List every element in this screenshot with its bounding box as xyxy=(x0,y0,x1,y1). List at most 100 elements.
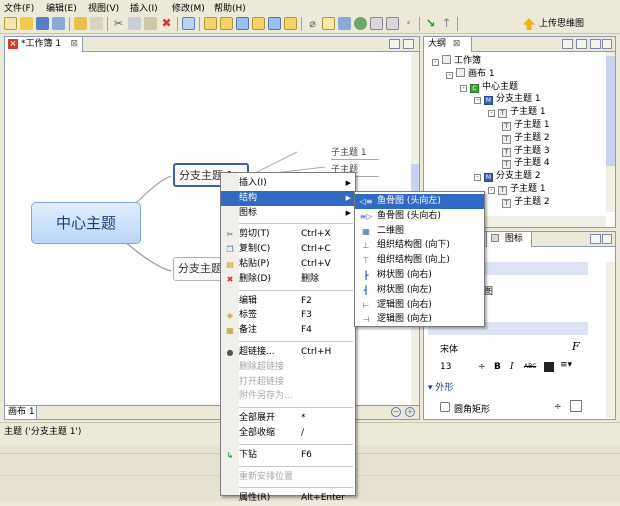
structure-menu-item[interactable]: ⊤ 组织结构图 (向上) xyxy=(355,253,484,268)
structure-menu-item[interactable]: ┣ 树状图 (向右) xyxy=(355,268,484,283)
menu-help[interactable]: 帮助(H) xyxy=(214,1,246,14)
context-menu-item[interactable]: ▤ 粘贴(P) Ctrl+V xyxy=(221,257,355,272)
redo-icon[interactable] xyxy=(90,17,103,30)
context-menu-item[interactable]: 图标 ▶ xyxy=(221,206,355,221)
outline-toolbar-icon[interactable] xyxy=(562,39,573,49)
menu-modify[interactable]: 修改(M) xyxy=(172,1,205,14)
outline-row[interactable]: - 画布 1 xyxy=(446,67,495,80)
font-name-value[interactable]: 宋体 xyxy=(440,342,458,355)
structure-menu-item[interactable]: ┫ 树状图 (向左) xyxy=(355,283,484,298)
context-menu-item[interactable]: 插入(I) ▶ xyxy=(221,176,355,191)
outline-row[interactable]: T 子主题 4 xyxy=(502,157,550,170)
outline-row[interactable]: - M 分支主题 1 xyxy=(474,93,541,106)
close-tab-icon[interactable]: ⊠ xyxy=(70,37,78,51)
insert-topic-icon[interactable] xyxy=(182,17,195,30)
structure-menu-item[interactable]: ≡▷ 鱼骨图 (头向右) xyxy=(355,209,484,224)
marker-icon[interactable] xyxy=(370,17,383,30)
new-icon[interactable] xyxy=(4,17,17,30)
close-outline-icon[interactable]: ⊠ xyxy=(453,39,461,49)
context-menu-item[interactable]: 属性(R) Alt+Enter xyxy=(221,491,355,506)
context-menu-item[interactable]: ↳ 下钻 F6 xyxy=(221,448,355,463)
collapse-toggle-icon[interactable]: - xyxy=(446,71,453,79)
context-menu-item[interactable]: 全部收缩 / xyxy=(221,426,355,441)
bold-button[interactable]: B xyxy=(494,362,501,372)
context-menu-item[interactable]: ❐ 复制(C) Ctrl+C xyxy=(221,242,355,257)
context-menu-item[interactable]: ● 超链接... Ctrl+H xyxy=(221,345,355,360)
collapse-toggle-icon[interactable]: - xyxy=(488,110,495,118)
structure-menu-item[interactable]: ⊢ 逻辑图 (向右) xyxy=(355,298,484,313)
font-size-value[interactable]: 13 xyxy=(440,362,451,372)
strikethrough-button[interactable]: ABC xyxy=(524,363,536,370)
context-menu-item[interactable]: ✖ 删除(D) 删除 xyxy=(221,272,355,287)
undo-icon[interactable] xyxy=(74,17,87,30)
minimize-icon[interactable] xyxy=(590,234,601,244)
collapse-toggle-icon[interactable]: - xyxy=(474,97,481,105)
floating-topic-icon[interactable] xyxy=(236,17,249,30)
attachment-icon[interactable]: ⌀ xyxy=(306,17,319,30)
structure-menu-item[interactable]: ◁≡ 鱼骨图 (头向左) xyxy=(355,194,484,209)
outline-row[interactable]: - M 分支主题 2 xyxy=(474,170,541,183)
tab-outline[interactable]: 大纲 ⊠ xyxy=(424,37,472,52)
label-icon[interactable] xyxy=(386,17,399,30)
structure-menu-item[interactable]: ⊣ 逻辑图 (向左) xyxy=(355,312,484,327)
context-menu-item[interactable]: 全部展开 * xyxy=(221,411,355,426)
minimize-icon[interactable] xyxy=(389,39,400,49)
outline-row[interactable]: T 子主题 1 xyxy=(502,119,550,131)
maximize-icon[interactable] xyxy=(602,39,612,49)
outline-row[interactable]: - C 中心主题 xyxy=(460,81,518,93)
outline-vertical-scrollbar[interactable] xyxy=(606,52,615,212)
minimize-icon[interactable] xyxy=(590,39,601,49)
menu-view[interactable]: 视图(V) xyxy=(88,1,119,14)
image-icon[interactable] xyxy=(354,17,367,30)
menu-edit[interactable]: 编辑(E) xyxy=(46,1,77,14)
hyperlink-icon[interactable] xyxy=(338,17,351,30)
save-as-icon[interactable] xyxy=(52,17,65,30)
font-button[interactable]: F xyxy=(572,340,580,353)
copy-icon[interactable] xyxy=(128,17,141,30)
font-size-spinner-icon[interactable]: ÷ xyxy=(478,362,486,372)
italic-button[interactable]: I xyxy=(510,362,514,372)
open-icon[interactable] xyxy=(20,17,33,30)
collapse-toggle-icon[interactable]: - xyxy=(474,174,481,182)
outline-row[interactable]: - T 子主题 1 xyxy=(488,183,546,195)
align-icon[interactable]: ≡▾ xyxy=(560,360,572,370)
note-icon[interactable] xyxy=(322,17,335,30)
menu-file[interactable]: 文件(F) xyxy=(4,1,34,14)
zoom-out-icon[interactable]: − xyxy=(391,407,401,417)
context-menu-item[interactable]: ◈ 标签 F3 xyxy=(221,308,355,323)
maximize-icon[interactable] xyxy=(403,39,414,49)
subtopic[interactable]: 子主题 1 xyxy=(331,147,379,160)
collapse-toggle-icon[interactable]: - xyxy=(460,84,467,92)
outline-row[interactable]: - 工作簿 xyxy=(432,55,481,67)
context-menu-item[interactable]: ✂ 剪切(T) Ctrl+X xyxy=(221,227,355,242)
cut-icon[interactable]: ✂ xyxy=(112,17,125,30)
context-menu-item[interactable]: 编辑 F2 xyxy=(221,294,355,309)
summary-icon[interactable] xyxy=(284,17,297,30)
outline-row[interactable]: T 子主题 2 xyxy=(502,132,550,144)
shape-value[interactable]: 圆角矩形 xyxy=(454,402,490,415)
drill-down-icon[interactable]: ↘ xyxy=(424,17,437,30)
relationship-icon[interactable] xyxy=(252,17,265,30)
section-header-shape[interactable]: ▾ 外形 xyxy=(428,382,588,395)
upload-mindmap-button[interactable]: 上传思维图 xyxy=(521,16,588,32)
outline-row[interactable]: T 子主题 2 xyxy=(502,196,550,208)
maximize-icon[interactable] xyxy=(602,234,612,244)
collapse-toggle-icon[interactable]: - xyxy=(432,59,439,66)
structure-menu-item[interactable]: ▦ 二维图 xyxy=(355,224,484,239)
outline-row[interactable]: T 子主题 3 xyxy=(502,145,550,157)
formula-icon[interactable]: ⸗ xyxy=(402,17,415,30)
boundary-icon[interactable] xyxy=(268,17,281,30)
tab-sheet-1[interactable]: 画布 1 xyxy=(5,406,37,419)
outline-toolbar-icon[interactable] xyxy=(576,39,587,49)
properties-vertical-scrollbar[interactable] xyxy=(606,262,615,418)
tab-icons[interactable]: 图标 xyxy=(486,232,532,247)
save-icon[interactable] xyxy=(36,17,49,30)
dropdown-icon[interactable]: ÷ xyxy=(554,402,562,412)
paste-icon[interactable] xyxy=(144,17,157,30)
fill-color-swatch[interactable] xyxy=(570,400,582,412)
zoom-in-icon[interactable]: + xyxy=(405,407,415,417)
font-color-swatch[interactable] xyxy=(544,362,554,372)
delete-icon[interactable]: ✖ xyxy=(160,17,173,30)
menu-insert[interactable]: 插入(I) xyxy=(130,1,158,14)
context-menu-item[interactable]: 结构 ▶ xyxy=(221,190,355,206)
